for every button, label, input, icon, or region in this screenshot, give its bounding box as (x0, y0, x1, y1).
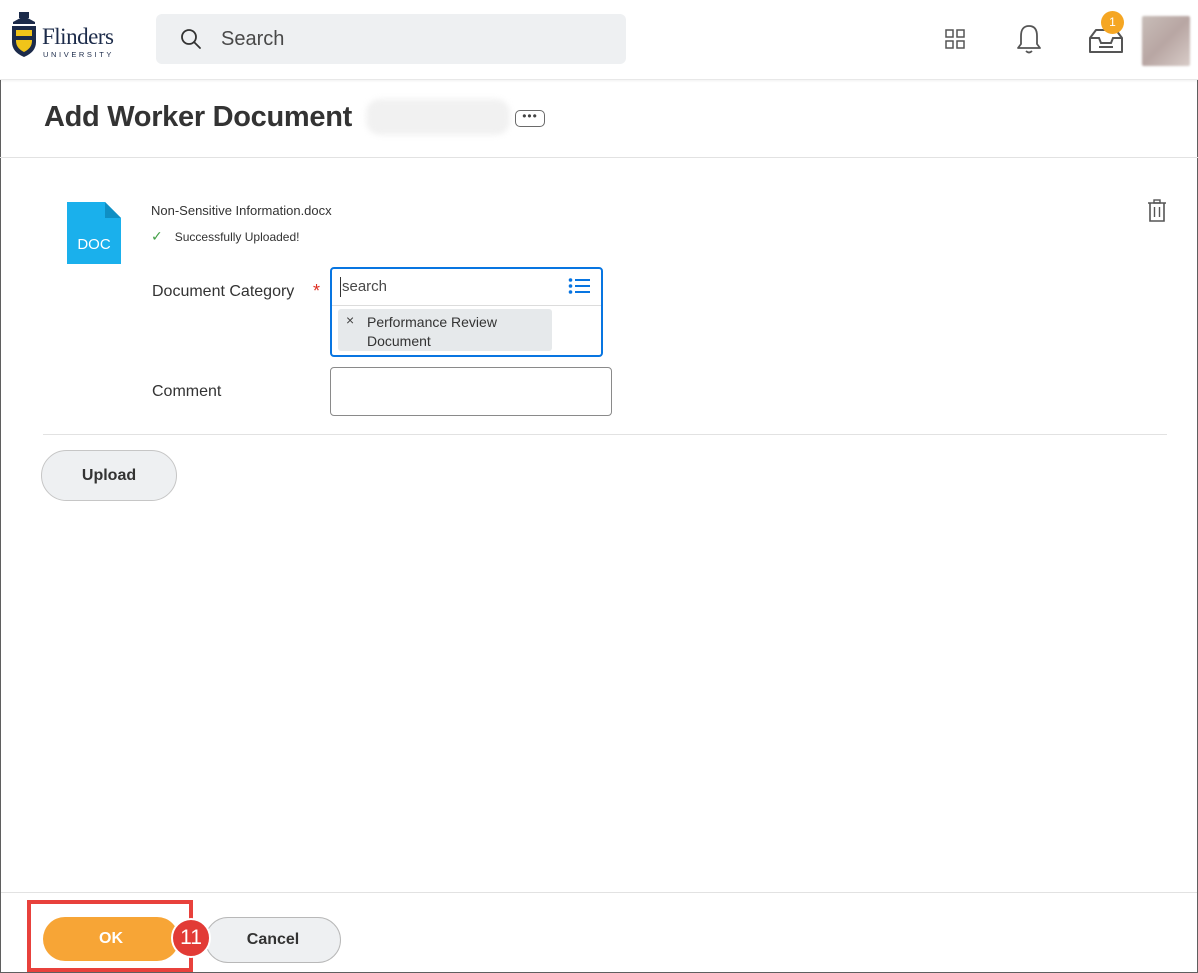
required-indicator: * (313, 281, 321, 301)
cancel-button[interactable]: Cancel (205, 917, 341, 963)
prompt-list-icon[interactable] (568, 277, 590, 295)
page-title: Add Worker Document (44, 101, 352, 133)
apps-grid-icon[interactable] (945, 29, 965, 49)
step-number-badge: 11 (171, 918, 211, 958)
comment-input[interactable] (330, 367, 612, 416)
user-avatar[interactable] (1142, 16, 1190, 66)
category-search-input[interactable]: search (340, 277, 550, 297)
checkmark-icon: ✓ (151, 228, 163, 244)
logo-wordmark: Flinders (42, 24, 114, 49)
field-divider (332, 305, 601, 306)
footer-divider (1, 892, 1197, 893)
search-placeholder: Search (221, 28, 285, 50)
upload-button[interactable]: Upload (41, 450, 177, 501)
uploaded-file-name[interactable]: Non-Sensitive Information.docx (151, 203, 332, 218)
section-divider (43, 434, 1167, 435)
global-search-input[interactable]: Search (156, 14, 626, 64)
search-icon (181, 29, 201, 49)
doc-file-icon-label: DOC (77, 236, 111, 253)
upload-status: ✓ Successfully Uploaded! (151, 228, 299, 245)
ok-button[interactable]: OK (43, 917, 179, 961)
comment-label: Comment (152, 383, 222, 400)
inbox-count-badge: 1 (1101, 11, 1124, 34)
top-navigation-bar: Flinders UNIVERSITY Search 1 (0, 0, 1198, 80)
selected-category-pill: × Performance Review Document (338, 309, 552, 351)
document-category-field[interactable]: search × Performance Review Document (330, 267, 603, 357)
crest-icon (12, 12, 36, 57)
trash-icon[interactable] (1147, 199, 1167, 223)
logo-subword: UNIVERSITY (43, 50, 115, 59)
document-category-label: Document Category (152, 283, 295, 300)
page-header: Add Worker Document ••• (0, 80, 1198, 158)
remove-selection-icon[interactable]: × (346, 312, 354, 328)
worker-name-redacted (366, 99, 510, 135)
doc-file-icon: DOC (67, 202, 121, 264)
notifications-bell-icon[interactable] (1016, 23, 1042, 55)
related-actions-button[interactable]: ••• (515, 110, 545, 127)
flinders-logo[interactable]: Flinders UNIVERSITY (10, 12, 140, 62)
selected-category-text: Performance Review Document (367, 314, 497, 349)
upload-status-text: Successfully Uploaded! (174, 230, 300, 244)
